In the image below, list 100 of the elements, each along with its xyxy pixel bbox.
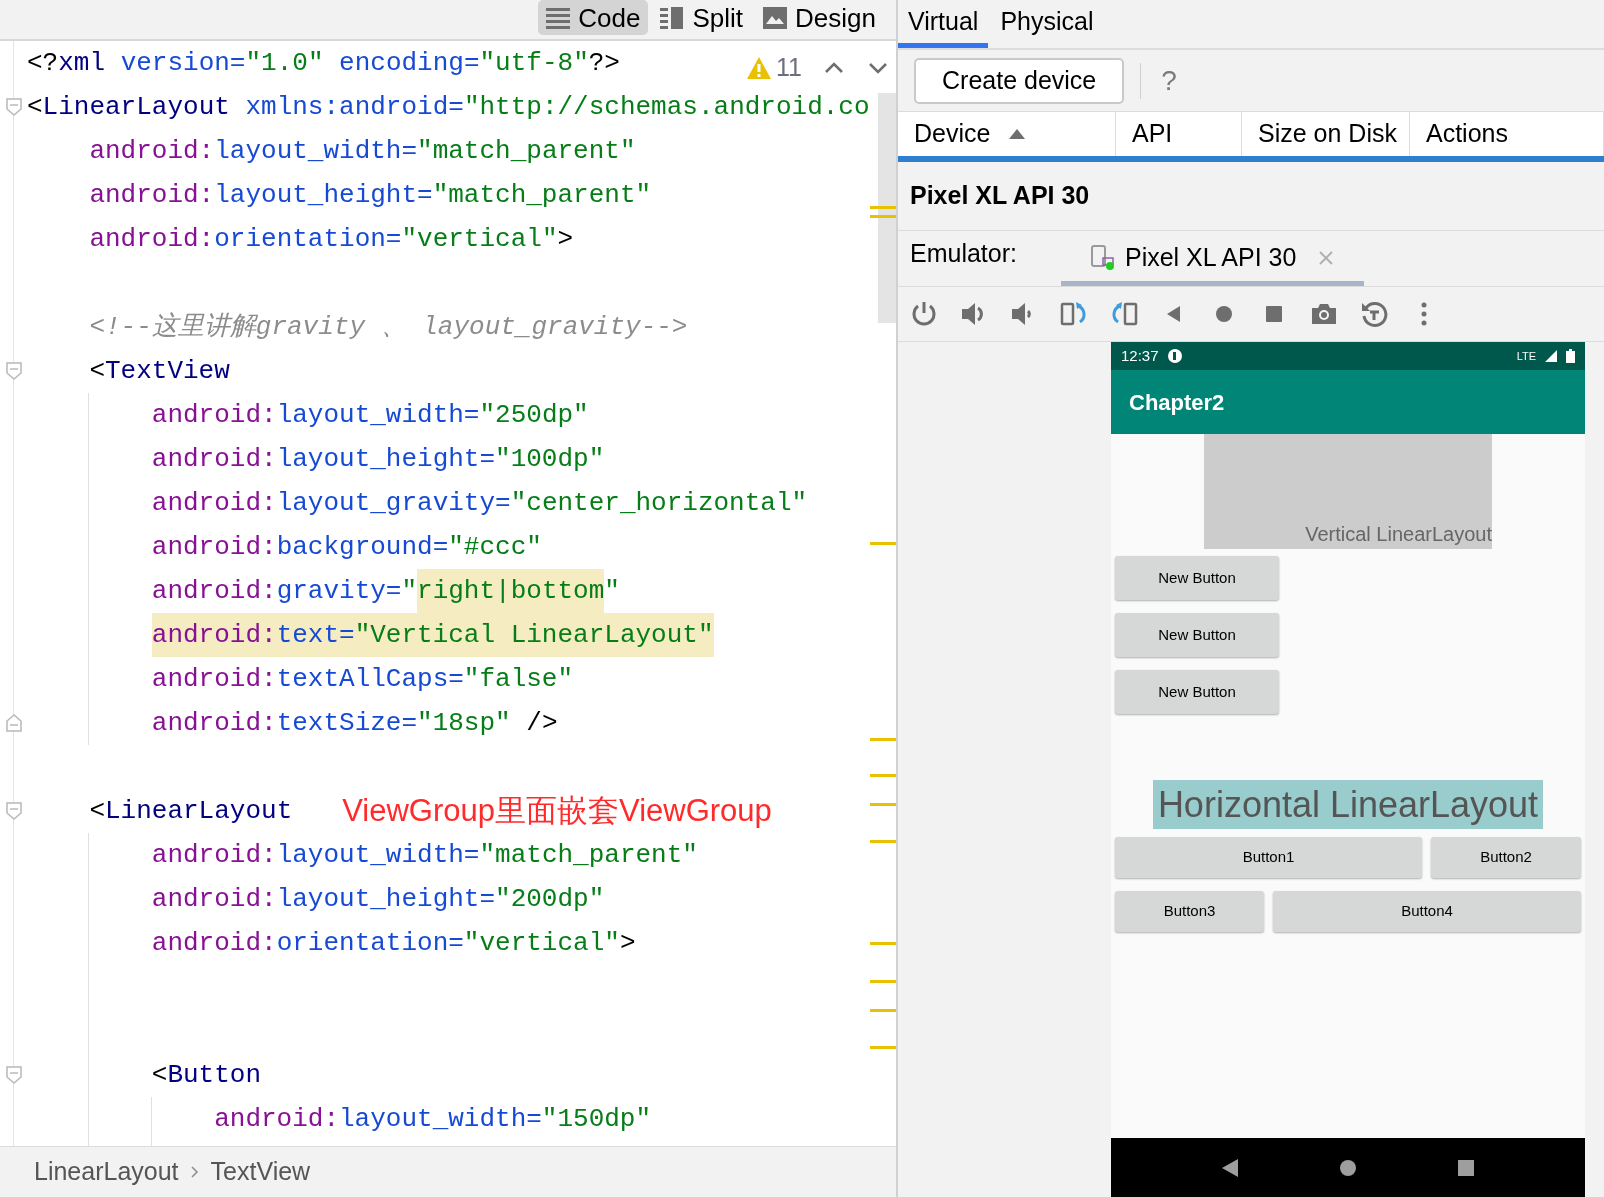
chevron-up-icon[interactable]	[824, 61, 844, 74]
warning-stripe[interactable]	[870, 738, 896, 741]
attribute-name: layout_height=	[276, 883, 496, 916]
help-button[interactable]: ?	[1157, 59, 1181, 102]
namespace-prefix: android:	[151, 707, 277, 740]
create-device-button[interactable]: Create device	[914, 57, 1125, 104]
namespace-prefix: android:	[151, 839, 277, 872]
home-icon[interactable]	[1339, 1158, 1357, 1177]
heading-text: Horizontal LinearLayout	[1157, 786, 1539, 823]
phone-button[interactable]: New Button	[1115, 556, 1279, 600]
status-time: 12:37	[1121, 345, 1159, 366]
attribute-name: layout_height=	[276, 443, 496, 476]
attribute-value: "match_parent"	[417, 135, 636, 168]
attribute-value: "match_parent"	[432, 179, 652, 212]
phone-button[interactable]: Button2	[1431, 837, 1581, 878]
view-mode-tab[interactable]: Split	[652, 0, 752, 35]
back-icon[interactable]	[1221, 1157, 1239, 1178]
namespace-prefix: android:	[89, 223, 215, 256]
emulator-tab[interactable]: Pixel XL API 30	[1061, 234, 1365, 286]
fold-icon[interactable]	[6, 98, 22, 116]
image-icon	[763, 5, 788, 30]
breadcrumb-item[interactable]: TextView	[210, 1153, 311, 1191]
warning-stripe[interactable]	[870, 774, 896, 777]
warning-stripe[interactable]	[870, 840, 896, 843]
namespace-prefix: android:	[151, 443, 277, 476]
namespace-prefix: android:	[151, 531, 277, 564]
phone-button[interactable]: Button4	[1273, 891, 1581, 932]
device-icon	[1091, 244, 1115, 271]
warning-stripe[interactable]	[870, 803, 896, 806]
warning-stripe[interactable]	[870, 215, 896, 218]
fold-icon[interactable]	[6, 1066, 22, 1084]
attribute-value: "18sp"	[417, 707, 511, 740]
attribute-name: layout_height=	[214, 179, 433, 212]
code-token: <	[89, 795, 105, 828]
attribute-value: "150dp"	[541, 1103, 652, 1136]
code-token: >	[619, 927, 636, 960]
column-header[interactable]: Actions	[1410, 112, 1604, 156]
close-icon[interactable]	[1318, 249, 1335, 266]
rotate-left-icon[interactable]	[1060, 300, 1088, 328]
rotate-right-icon[interactable]	[1110, 300, 1138, 328]
attribute-value: "#ccc"	[448, 531, 542, 564]
scrollbar-thumb[interactable]	[878, 93, 896, 323]
fold-icon[interactable]	[6, 362, 22, 380]
warning-stripe[interactable]	[870, 206, 896, 209]
warning-icon	[746, 55, 773, 80]
warning-stripe[interactable]	[870, 1046, 896, 1049]
phone-button[interactable]: Button1	[1115, 837, 1422, 878]
attribute-value: "1.0"	[245, 47, 324, 80]
namespace-prefix: android:	[151, 883, 277, 916]
attribute-value: "false"	[463, 663, 574, 696]
attribute-name: orientation=	[276, 927, 464, 960]
attribute-value: "vertical"	[463, 927, 620, 960]
warning-stripe[interactable]	[870, 980, 896, 983]
attribute-name: layout_width=	[214, 135, 418, 168]
sort-up-icon	[1008, 128, 1027, 140]
tag-name: LinearLayout	[105, 795, 293, 828]
overview-icon[interactable]	[1457, 1158, 1475, 1177]
fold-icon[interactable]	[6, 802, 22, 820]
code-comment: <!--这里讲解gravity 、 layout_gravity-->	[89, 311, 688, 344]
column-header[interactable]: Device	[898, 112, 1116, 156]
attribute-value: "	[401, 575, 418, 608]
code-token: ?>	[588, 47, 620, 80]
tag-name: xml	[58, 47, 106, 80]
namespace-prefix: android:	[151, 927, 277, 960]
code-token: <	[89, 355, 105, 388]
code-token: <?	[27, 47, 59, 80]
attribute-value: "200dp"	[495, 883, 605, 916]
attribute-name: text=	[276, 619, 355, 652]
namespace-prefix: android:	[89, 179, 215, 212]
fold-icon[interactable]	[6, 714, 22, 732]
attribute-name: background=	[276, 531, 449, 564]
device-tab[interactable]: Virtual	[898, 0, 989, 48]
attribute-value: "http://schemas.android.co	[463, 91, 870, 124]
app-title: Chapter2	[1129, 388, 1225, 417]
text-view-label: Vertical LinearLayout	[1305, 522, 1492, 547]
view-mode-tab[interactable]: Design	[755, 0, 884, 35]
phone-button[interactable]: Button3	[1115, 891, 1264, 932]
attribute-name: layout_width=	[339, 1103, 542, 1136]
attribute-name: encoding=	[338, 47, 480, 80]
emulator-label: Emulator:	[910, 237, 1017, 269]
phone-button[interactable]: New Button	[1115, 613, 1279, 657]
warning-stripe[interactable]	[870, 542, 896, 545]
attribute-value: "100dp"	[495, 443, 605, 476]
attribute-value: "Vertical LinearLayout"	[354, 619, 714, 652]
tag-name: Button	[167, 1059, 262, 1092]
column-header[interactable]: API	[1116, 112, 1242, 156]
view-mode-tab[interactable]: Code	[538, 0, 649, 35]
warning-stripe[interactable]	[870, 942, 896, 945]
warning-stripe[interactable]	[870, 1009, 896, 1012]
chevron-down-icon[interactable]	[868, 61, 888, 74]
tag-name: TextView	[105, 355, 230, 388]
attribute-name: layout_width=	[276, 839, 480, 872]
attribute-name: orientation=	[214, 223, 402, 256]
history-icon[interactable]	[1360, 300, 1388, 328]
breadcrumb-item[interactable]: LinearLayout	[34, 1153, 179, 1191]
phone-button[interactable]: New Button	[1115, 670, 1279, 714]
column-header[interactable]: Size on Disk	[1242, 112, 1410, 156]
namespace-prefix: android:	[151, 619, 277, 652]
device-tab[interactable]: Physical	[990, 0, 1104, 48]
power-icon[interactable]	[910, 300, 938, 328]
